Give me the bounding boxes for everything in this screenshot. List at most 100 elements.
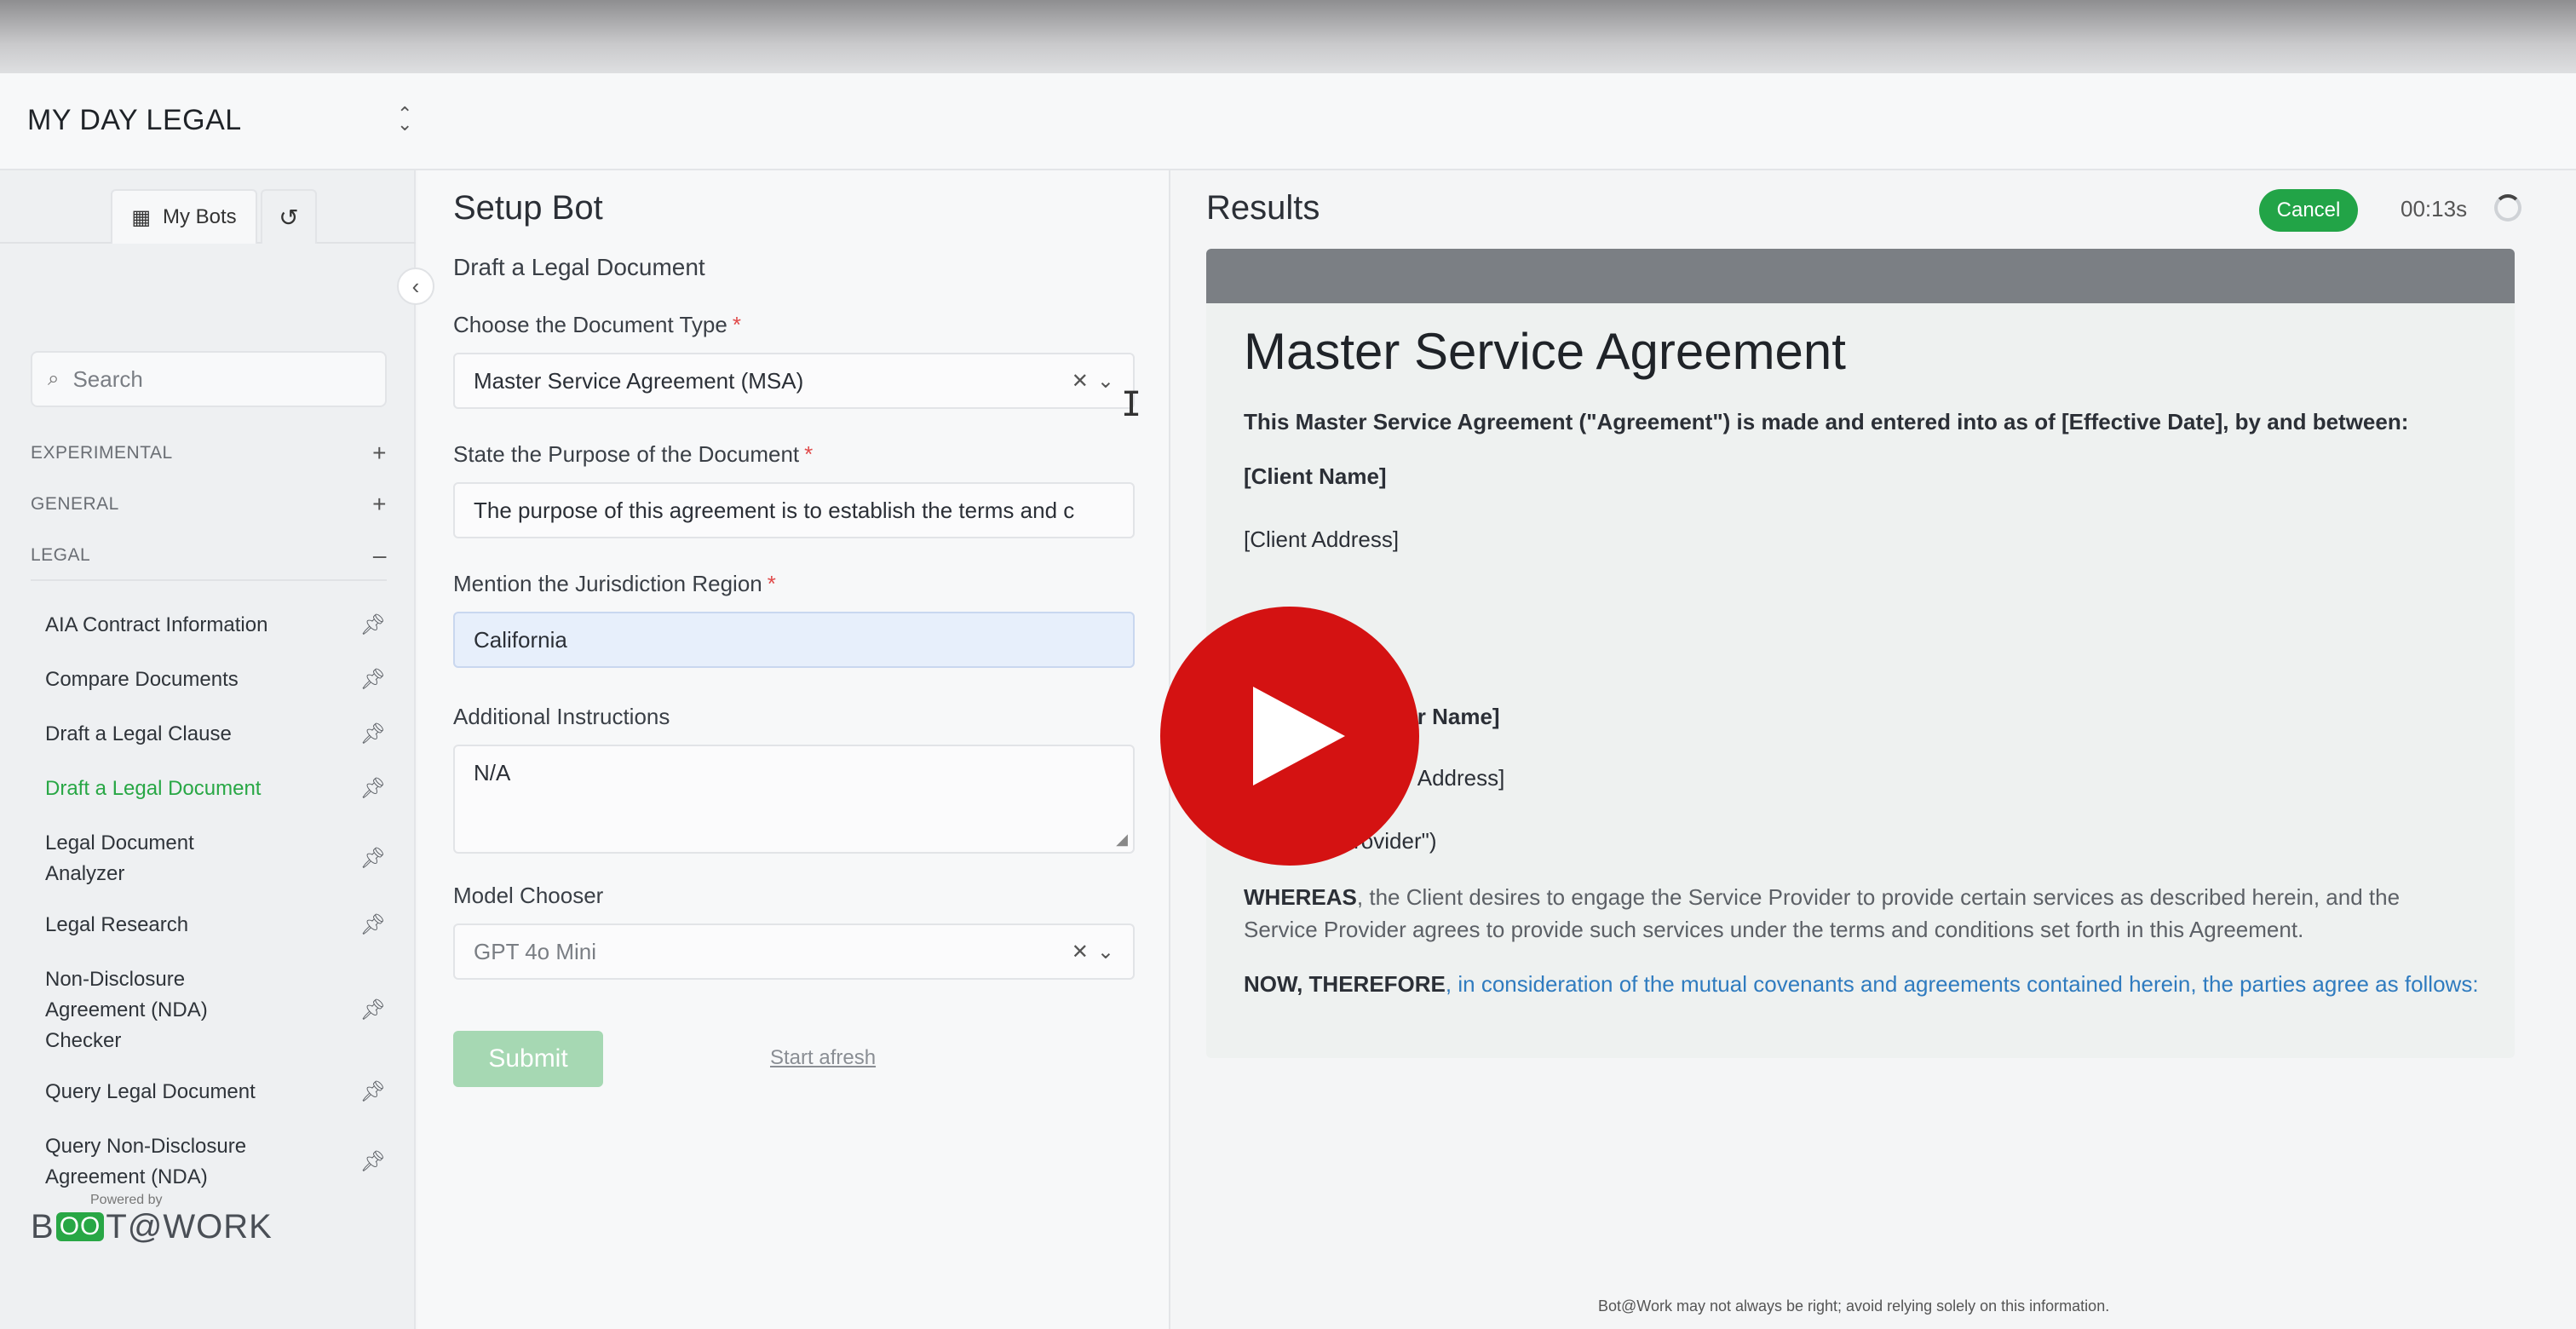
provider-address: [Service Provider Address]	[1244, 765, 1505, 791]
provider-name: [Service Provider Name]	[1244, 704, 1500, 729]
section-label: EXPERIMENTAL	[31, 443, 173, 463]
sidebar-item-label: AIA Contract Information	[45, 613, 268, 636]
collapse-sidebar-button[interactable]: ‹	[397, 268, 434, 305]
bot-name: Draft a Legal Document	[453, 254, 705, 280]
section-label: GENERAL	[31, 494, 119, 514]
tab-my-bots[interactable]: ▦ My Bots	[111, 189, 257, 244]
sidebar-item-legal-document-analyzer[interactable]: Legal Document Analyzer 📌︎	[45, 828, 386, 889]
sidebar: ▦ My Bots ↺ ‹ ⌕ EXPERIMENTAL + GENERAL +…	[0, 170, 434, 1329]
tab-history[interactable]: ↺	[261, 189, 317, 244]
sidebar-item-draft-a-legal-document[interactable]: Draft a Legal Document 📌︎	[45, 774, 386, 804]
generated-document: Master Service Agreement This Master Ser…	[1206, 249, 2515, 1058]
pin-icon[interactable]: 📌︎	[360, 1147, 386, 1177]
tab-my-bots-label: My Bots	[163, 205, 237, 228]
sidebar-item-label: Compare Documents	[45, 668, 239, 691]
start-afresh-link[interactable]: Start afresh	[770, 1046, 876, 1070]
document-heading: Master Service Agreement	[1244, 323, 1846, 380]
chevron-updown-icon[interactable]: ⌃ ⌄	[397, 105, 412, 134]
clear-icon[interactable]: ✕	[1072, 940, 1089, 964]
bot-face-icon: OO	[55, 1212, 105, 1241]
search-icon: ⌕	[48, 367, 60, 390]
search-input[interactable]	[72, 365, 354, 393]
doc-type-label: Choose the Document Type *	[453, 312, 741, 337]
sidebar-item-label: Non-Disclosure Agreement (NDA) Checker	[45, 968, 208, 1052]
whereas-clause: WHEREAS, the Client desires to engage th…	[1244, 884, 2401, 942]
doc-type-select[interactable]: Master Service Agreement (MSA) ✕ ⌄	[453, 353, 1135, 409]
instructions-textarea[interactable]: N/A ◢	[453, 745, 1135, 854]
purpose-label: State the Purpose of the Document *	[453, 441, 814, 467]
chevron-left-icon: ‹	[411, 273, 420, 299]
pin-icon[interactable]: 📌︎	[360, 610, 386, 641]
now-therefore-clause: NOW, THEREFORE, in consideration of the …	[1244, 971, 2479, 997]
pin-icon[interactable]: 📌︎	[360, 1077, 386, 1108]
submit-button[interactable]: Submit	[453, 1031, 603, 1087]
powered-by-logo: Powered by B OO T@WORK	[31, 1193, 273, 1246]
sidebar-search[interactable]: ⌕	[31, 351, 387, 407]
section-experimental[interactable]: EXPERIMENTAL +	[31, 436, 387, 470]
sidebar-item-label: Draft a Legal Clause	[45, 722, 232, 745]
instructions-value: N/A	[474, 760, 511, 785]
sidebar-item-label: Legal Research	[45, 913, 189, 936]
sidebar-item-query-legal-document[interactable]: Query Legal Document 📌︎	[45, 1077, 386, 1108]
model-label: Model Chooser	[453, 883, 604, 908]
loading-spinner-icon	[2494, 194, 2521, 222]
model-select[interactable]: GPT 4o Mini ✕ ⌄	[453, 923, 1135, 980]
app-window: MY DAY LEGAL ⌃⌄ ▦ My Bots ↺ ‹ ⌕ EXPERIME…	[0, 73, 2576, 1329]
pin-icon[interactable]: 📌︎	[360, 910, 386, 941]
section-divider	[31, 579, 387, 581]
disclaimer: Bot@Work may not always be right; avoid …	[1598, 1297, 2110, 1315]
sidebar-item-draft-a-legal-clause[interactable]: Draft a Legal Clause 📌︎	[45, 719, 386, 750]
app-header: MY DAY LEGAL ⌃ ⌄	[0, 73, 2576, 170]
document-toolbar	[1206, 249, 2515, 303]
purpose-input[interactable]: The purpose of this agreement is to esta…	[453, 482, 1135, 538]
purpose-value: The purpose of this agreement is to esta…	[474, 497, 1075, 523]
client-name: [Client Name]	[1244, 463, 1387, 489]
section-general[interactable]: GENERAL +	[31, 487, 387, 521]
powered-by-text: Powered by	[90, 1193, 163, 1207]
pin-icon[interactable]: 📌︎	[360, 664, 386, 695]
plus-icon[interactable]: +	[372, 440, 387, 467]
botatwork-logo: B OO T@WORK	[31, 1208, 273, 1246]
workspace-name: MY DAY LEGAL	[27, 104, 242, 136]
provider-role: ("Service Provider")	[1244, 828, 1437, 854]
doc-type-value: Master Service Agreement (MSA)	[474, 367, 804, 394]
history-icon: ↺	[279, 204, 299, 231]
sidebar-item-legal-research[interactable]: Legal Research 📌︎	[45, 910, 386, 941]
jurisdiction-value: California	[474, 626, 567, 653]
sidebar-item-label: Query Legal Document	[45, 1080, 256, 1103]
cancel-button[interactable]: Cancel	[2259, 189, 2358, 232]
sidebar-item-nda-checker[interactable]: Non-Disclosure Agreement (NDA) Checker 📌…	[45, 964, 386, 1056]
pin-icon[interactable]: 📌︎	[360, 719, 386, 750]
minus-icon[interactable]: –	[373, 542, 387, 569]
pin-icon[interactable]: 📌︎	[360, 843, 386, 874]
jurisdiction-input[interactable]: California	[453, 612, 1135, 668]
pin-icon[interactable]: 📌︎	[360, 995, 386, 1026]
sidebar-item-compare-documents[interactable]: Compare Documents 📌︎	[45, 664, 386, 695]
sidebar-item-label: Draft a Legal Document	[45, 777, 262, 800]
sidebar-item-label: Query Non-Disclosure Agreement (NDA)	[45, 1135, 247, 1188]
instructions-label: Additional Instructions	[453, 704, 670, 729]
sidebar-item-query-nda[interactable]: Query Non-Disclosure Agreement (NDA) 📌︎	[45, 1131, 386, 1193]
panel-title: Results	[1206, 189, 1320, 227]
sidebar-item-aia-contract-information[interactable]: AIA Contract Information 📌︎	[45, 610, 386, 641]
section-label: LEGAL	[31, 545, 91, 565]
plus-icon[interactable]: +	[372, 491, 387, 518]
section-legal[interactable]: LEGAL –	[31, 538, 387, 572]
resize-handle-icon[interactable]: ◢	[1116, 831, 1128, 849]
text-cursor-icon: I	[1121, 385, 1142, 424]
document-intro: This Master Service Agreement ("Agreemen…	[1244, 409, 2409, 434]
video-top-band	[0, 0, 2576, 73]
panel-title: Setup Bot	[453, 189, 603, 227]
pin-icon[interactable]: 📌︎	[360, 774, 386, 804]
model-value: GPT 4o Mini	[474, 938, 597, 964]
play-icon	[1253, 687, 1345, 785]
calendar-icon: ▦	[131, 205, 151, 229]
chevron-down-icon[interactable]: ⌄	[1097, 369, 1114, 394]
jurisdiction-label: Mention the Jurisdiction Region *	[453, 571, 776, 596]
elapsed-timer: 00:13s	[2401, 196, 2468, 222]
setup-bot-panel: Setup Bot Draft a Legal Document Choose …	[417, 170, 1170, 1329]
chevron-down-icon[interactable]: ⌄	[1097, 940, 1114, 964]
clear-icon[interactable]: ✕	[1072, 369, 1089, 394]
sidebar-item-label: Legal Document Analyzer	[45, 831, 194, 885]
play-video-button[interactable]	[1160, 607, 1419, 866]
